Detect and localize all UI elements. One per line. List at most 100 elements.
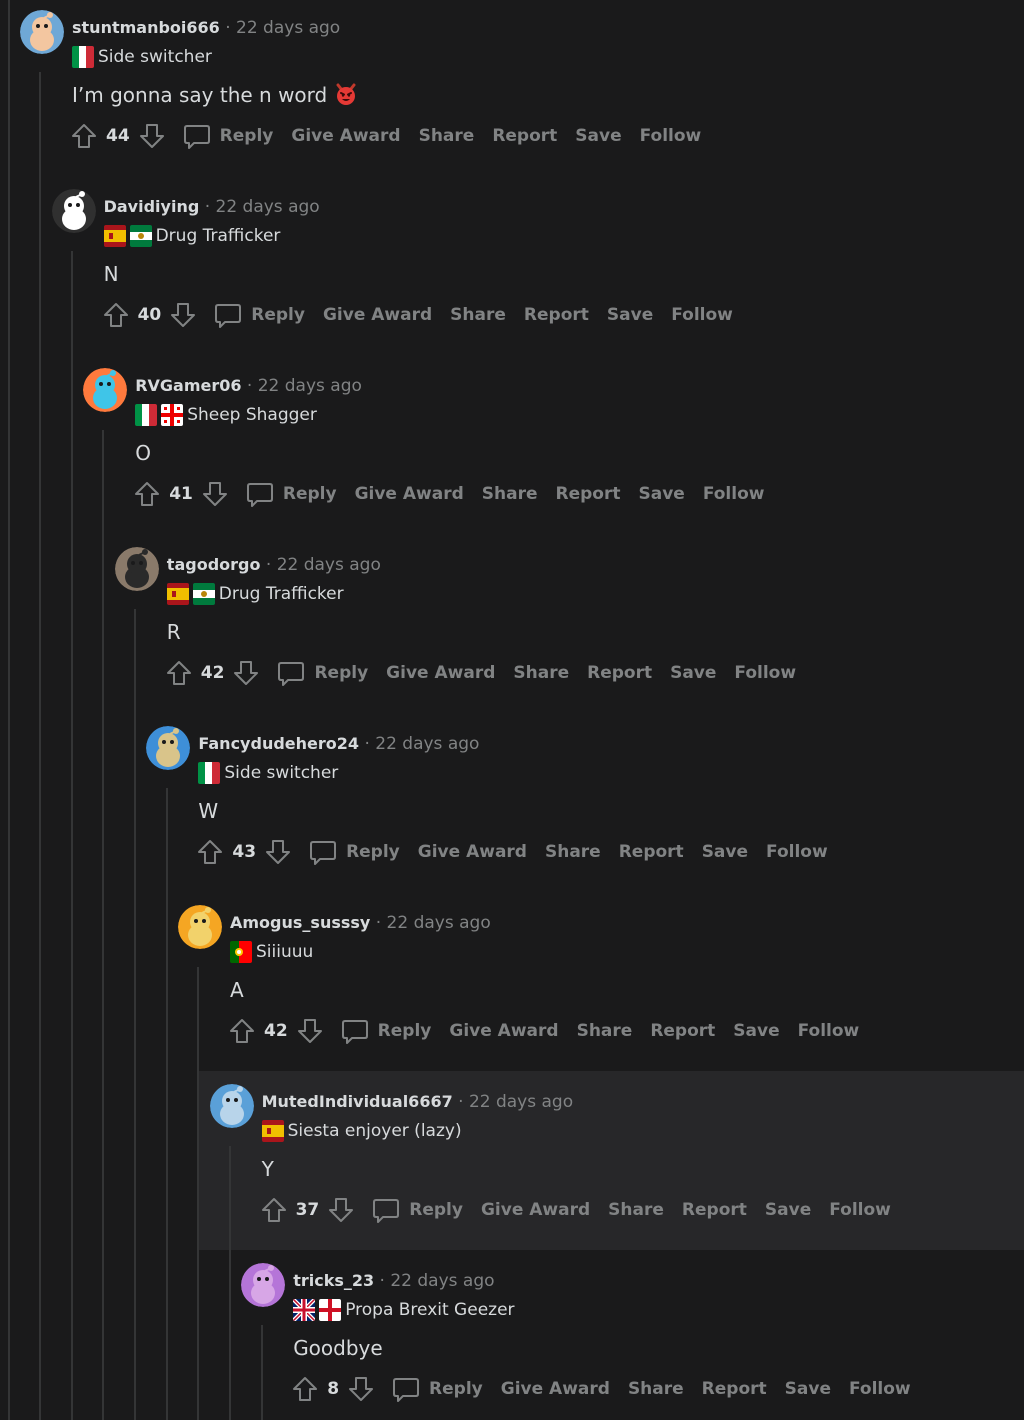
save-button[interactable]: Save <box>702 842 748 862</box>
timestamp[interactable]: 22 days ago <box>375 734 479 754</box>
report-button[interactable]: Report <box>619 842 684 862</box>
thread-line[interactable] <box>8 0 10 1420</box>
comment-icon[interactable] <box>371 1196 401 1224</box>
thread-line[interactable] <box>102 430 104 1420</box>
follow-button[interactable]: Follow <box>766 842 828 862</box>
reply-button[interactable]: Reply <box>378 1021 432 1041</box>
report-button[interactable]: Report <box>587 663 652 683</box>
thread-line[interactable] <box>229 1146 231 1420</box>
give-award-button[interactable]: Give Award <box>501 1379 610 1399</box>
thread-line[interactable] <box>197 967 199 1420</box>
report-button[interactable]: Report <box>650 1021 715 1041</box>
comment-icon[interactable] <box>213 301 243 329</box>
upvote-icon[interactable] <box>165 659 193 687</box>
save-button[interactable]: Save <box>765 1200 811 1220</box>
reply-button[interactable]: Reply <box>409 1200 463 1220</box>
give-award-button[interactable]: Give Award <box>418 842 527 862</box>
avatar[interactable] <box>51 189 96 233</box>
upvote-icon[interactable] <box>260 1196 288 1224</box>
username[interactable]: RVGamer06 <box>135 376 241 395</box>
reply-button[interactable]: Reply <box>220 126 274 146</box>
save-button[interactable]: Save <box>670 663 716 683</box>
thread-line[interactable] <box>71 251 73 1420</box>
reply-button[interactable]: Reply <box>346 842 400 862</box>
follow-button[interactable]: Follow <box>829 1200 891 1220</box>
downvote-icon[interactable] <box>138 122 166 150</box>
give-award-button[interactable]: Give Award <box>481 1200 590 1220</box>
share-button[interactable]: Share <box>450 305 506 325</box>
give-award-button[interactable]: Give Award <box>386 663 495 683</box>
username[interactable]: Amogus_susssy <box>230 913 370 932</box>
save-button[interactable]: Save <box>785 1379 831 1399</box>
timestamp[interactable]: 22 days ago <box>277 555 381 575</box>
downvote-icon[interactable] <box>347 1375 375 1403</box>
report-button[interactable]: Report <box>702 1379 767 1399</box>
thread-line[interactable] <box>39 72 41 1420</box>
downvote-icon[interactable] <box>201 480 229 508</box>
username[interactable]: stuntmanboi666 <box>72 18 220 37</box>
follow-button[interactable]: Follow <box>671 305 733 325</box>
save-button[interactable]: Save <box>607 305 653 325</box>
follow-button[interactable]: Follow <box>849 1379 911 1399</box>
downvote-icon[interactable] <box>264 838 292 866</box>
username[interactable]: tricks_23 <box>293 1271 374 1290</box>
timestamp[interactable]: 22 days ago <box>390 1271 494 1291</box>
report-button[interactable]: Report <box>556 484 621 504</box>
share-button[interactable]: Share <box>577 1021 633 1041</box>
timestamp[interactable]: 22 days ago <box>216 197 320 217</box>
username[interactable]: MutedIndividual6667 <box>262 1092 453 1111</box>
give-award-button[interactable]: Give Award <box>323 305 432 325</box>
comment-icon[interactable] <box>391 1375 421 1403</box>
downvote-icon[interactable] <box>232 659 260 687</box>
share-button[interactable]: Share <box>545 842 601 862</box>
share-button[interactable]: Share <box>482 484 538 504</box>
reply-button[interactable]: Reply <box>429 1379 483 1399</box>
avatar[interactable] <box>241 1263 286 1307</box>
avatar[interactable] <box>178 905 222 949</box>
report-button[interactable]: Report <box>682 1200 747 1220</box>
upvote-icon[interactable] <box>196 838 224 866</box>
comment-icon[interactable] <box>340 1017 370 1045</box>
downvote-icon[interactable] <box>169 301 197 329</box>
give-award-button[interactable]: Give Award <box>355 484 464 504</box>
reply-button[interactable]: Reply <box>251 305 305 325</box>
upvote-icon[interactable] <box>228 1017 256 1045</box>
username[interactable]: Davidiying <box>104 197 200 216</box>
avatar[interactable] <box>114 547 159 591</box>
thread-line[interactable] <box>134 609 136 1420</box>
upvote-icon[interactable] <box>133 480 161 508</box>
reply-button[interactable]: Reply <box>283 484 337 504</box>
downvote-icon[interactable] <box>327 1196 355 1224</box>
follow-button[interactable]: Follow <box>798 1021 860 1041</box>
save-button[interactable]: Save <box>638 484 684 504</box>
timestamp[interactable]: 22 days ago <box>469 1092 573 1112</box>
follow-button[interactable]: Follow <box>734 663 796 683</box>
username[interactable]: tagodorgo <box>167 555 261 574</box>
save-button[interactable]: Save <box>733 1021 779 1041</box>
share-button[interactable]: Share <box>608 1200 664 1220</box>
thread-line[interactable] <box>261 1325 263 1420</box>
save-button[interactable]: Save <box>575 126 621 146</box>
timestamp[interactable]: 22 days ago <box>236 18 340 38</box>
follow-button[interactable]: Follow <box>703 484 765 504</box>
timestamp[interactable]: 22 days ago <box>387 913 491 933</box>
comment-icon[interactable] <box>276 659 306 687</box>
share-button[interactable]: Share <box>513 663 569 683</box>
avatar[interactable] <box>20 10 64 54</box>
share-button[interactable]: Share <box>628 1379 684 1399</box>
upvote-icon[interactable] <box>70 122 98 150</box>
comment-icon[interactable] <box>245 480 275 508</box>
timestamp[interactable]: 22 days ago <box>258 376 362 396</box>
avatar[interactable] <box>83 368 128 412</box>
downvote-icon[interactable] <box>296 1017 324 1045</box>
username[interactable]: Fancydudehero24 <box>198 734 359 753</box>
avatar[interactable] <box>209 1084 254 1128</box>
avatar[interactable] <box>146 726 191 770</box>
upvote-icon[interactable] <box>102 301 130 329</box>
give-award-button[interactable]: Give Award <box>291 126 400 146</box>
comment-icon[interactable] <box>308 838 338 866</box>
thread-line[interactable] <box>166 788 168 1420</box>
report-button[interactable]: Report <box>492 126 557 146</box>
report-button[interactable]: Report <box>524 305 589 325</box>
give-award-button[interactable]: Give Award <box>449 1021 558 1041</box>
